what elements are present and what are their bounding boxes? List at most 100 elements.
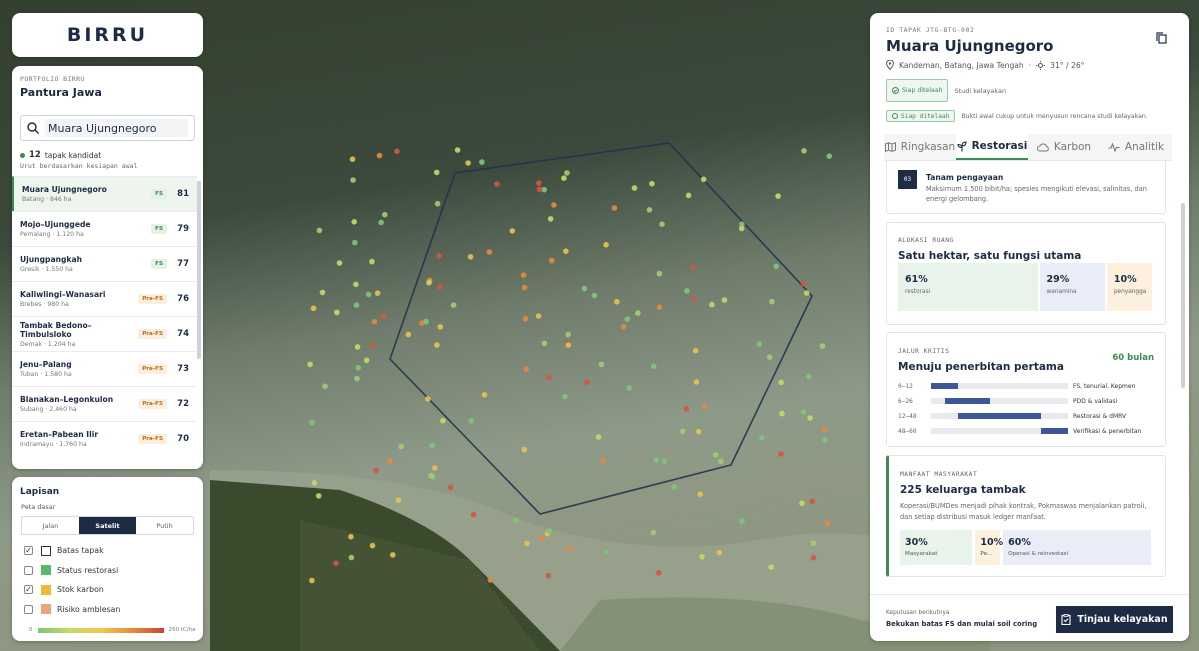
sample-point[interactable] bbox=[436, 253, 442, 259]
sample-point[interactable] bbox=[591, 292, 598, 299]
sample-point[interactable] bbox=[432, 465, 438, 471]
sample-point[interactable] bbox=[546, 374, 552, 381]
sample-point[interactable] bbox=[307, 361, 313, 368]
sample-point[interactable] bbox=[655, 570, 662, 576]
layer-toggle[interactable]: ✓ Stok karbon bbox=[12, 580, 203, 600]
sample-point[interactable] bbox=[494, 181, 500, 187]
sample-point[interactable] bbox=[354, 344, 361, 350]
sample-point[interactable] bbox=[775, 193, 781, 199]
sample-point[interactable] bbox=[333, 560, 339, 566]
sample-point[interactable] bbox=[766, 354, 773, 360]
sample-point[interactable] bbox=[603, 242, 609, 248]
sample-point[interactable] bbox=[650, 363, 657, 370]
sample-point[interactable] bbox=[584, 379, 590, 386]
sample-point[interactable] bbox=[465, 160, 471, 166]
sample-point[interactable] bbox=[434, 200, 441, 207]
sample-point[interactable] bbox=[671, 484, 678, 490]
sample-point[interactable] bbox=[697, 491, 704, 498]
sample-point[interactable] bbox=[541, 340, 548, 347]
sample-point[interactable] bbox=[739, 518, 745, 524]
sample-point[interactable] bbox=[692, 347, 699, 354]
sample-point[interactable] bbox=[773, 263, 779, 270]
sample-point[interactable] bbox=[685, 192, 692, 199]
sample-point[interactable] bbox=[541, 186, 547, 193]
sample-point[interactable] bbox=[520, 272, 527, 279]
sample-point[interactable] bbox=[348, 554, 355, 561]
sample-point[interactable] bbox=[387, 458, 394, 464]
layer-toggle[interactable]: Risiko amblesan bbox=[12, 600, 203, 620]
sample-point[interactable] bbox=[315, 493, 322, 499]
sample-point[interactable] bbox=[351, 219, 358, 225]
sample-point[interactable] bbox=[624, 316, 631, 322]
sample-point[interactable] bbox=[309, 419, 315, 426]
sample-point[interactable] bbox=[513, 517, 519, 523]
sample-point[interactable] bbox=[322, 383, 328, 390]
sample-point[interactable] bbox=[450, 302, 457, 309]
sample-point[interactable] bbox=[390, 552, 396, 558]
sample-point[interactable] bbox=[348, 533, 354, 540]
sample-point[interactable] bbox=[562, 393, 568, 400]
sample-point[interactable] bbox=[738, 225, 745, 232]
brand-logo[interactable]: BIRRU bbox=[12, 13, 203, 57]
layer-toggle[interactable]: ✓ Batas tapak bbox=[12, 541, 203, 561]
search-field[interactable]: Muara Ujungnegoro bbox=[20, 115, 195, 141]
sample-point[interactable] bbox=[481, 392, 488, 398]
sample-point[interactable] bbox=[566, 546, 573, 552]
sample-point[interactable] bbox=[565, 342, 572, 348]
sample-point[interactable] bbox=[712, 452, 719, 458]
sample-point[interactable] bbox=[546, 528, 553, 534]
sample-point[interactable] bbox=[563, 248, 569, 254]
sample-point[interactable] bbox=[353, 281, 359, 288]
checkbox[interactable]: ✓ bbox=[24, 546, 33, 556]
sample-point[interactable] bbox=[447, 484, 454, 491]
sample-point[interactable] bbox=[486, 249, 493, 255]
sample-point[interactable] bbox=[311, 480, 318, 486]
sample-point[interactable] bbox=[428, 472, 434, 479]
sample-point[interactable] bbox=[822, 426, 828, 433]
sample-point[interactable] bbox=[354, 375, 360, 382]
site-list-item[interactable]: Ujungpangkah Gresik · 1.550 ha FS 77 bbox=[12, 246, 197, 281]
sample-point[interactable] bbox=[369, 258, 375, 265]
search-input[interactable]: Muara Ujungnegoro bbox=[45, 119, 188, 137]
sample-point[interactable] bbox=[718, 458, 724, 465]
sample-point[interactable] bbox=[423, 318, 429, 325]
tab-karbon[interactable]: Karbon bbox=[1028, 134, 1100, 160]
sample-point[interactable] bbox=[778, 451, 784, 457]
sample-point[interactable] bbox=[434, 342, 440, 348]
sample-point[interactable] bbox=[350, 177, 356, 183]
sample-point[interactable] bbox=[801, 148, 807, 154]
basemap-option-0[interactable]: Jalan bbox=[22, 517, 79, 534]
sample-point[interactable] bbox=[336, 260, 343, 266]
sample-point[interactable] bbox=[680, 428, 686, 435]
sample-point[interactable] bbox=[693, 379, 700, 385]
sample-point[interactable] bbox=[646, 207, 653, 213]
site-list-item[interactable]: Kaliwlingi–Wanasari Brebes · 980 ha Pra-FS… bbox=[12, 281, 197, 316]
sample-point[interactable] bbox=[470, 511, 477, 518]
sample-point[interactable] bbox=[487, 577, 494, 583]
sample-point[interactable] bbox=[806, 373, 812, 380]
sample-point[interactable] bbox=[809, 498, 816, 505]
sample-point[interactable] bbox=[701, 403, 708, 410]
sample-point[interactable] bbox=[551, 202, 557, 208]
sample-point[interactable] bbox=[373, 467, 380, 474]
sample-point[interactable] bbox=[807, 415, 813, 421]
tab-ringkasan[interactable]: Ringkasan bbox=[884, 134, 956, 160]
sample-point[interactable] bbox=[349, 156, 356, 162]
site-list-item[interactable]: Blanakan–Legonkulon Subang · 2.460 ha Pra-… bbox=[12, 386, 197, 421]
site-list-item[interactable]: Eretan–Pabean Ilir Indramayu · 1.760 ha Pr… bbox=[12, 421, 197, 456]
sample-point[interactable] bbox=[649, 180, 655, 187]
sample-point[interactable] bbox=[603, 549, 610, 555]
sample-point[interactable] bbox=[779, 410, 785, 417]
sample-point[interactable] bbox=[822, 437, 828, 443]
sample-point[interactable] bbox=[479, 159, 485, 165]
sample-point[interactable] bbox=[565, 331, 571, 338]
sample-point[interactable] bbox=[405, 331, 412, 338]
site-list-item[interactable]: Jenu–Palang Tuban · 1.580 ha Pra-FS 73 bbox=[12, 351, 197, 386]
sample-point[interactable] bbox=[309, 577, 315, 584]
sample-point[interactable] bbox=[521, 446, 528, 453]
site-list-item[interactable]: Tambak Bedono–Timbulsloko Demak · 1.204 h… bbox=[12, 316, 197, 351]
sample-point[interactable] bbox=[521, 284, 528, 291]
basemap-option-2[interactable]: Putih bbox=[136, 517, 193, 534]
sample-point[interactable] bbox=[467, 253, 474, 260]
sample-point[interactable] bbox=[355, 364, 362, 371]
